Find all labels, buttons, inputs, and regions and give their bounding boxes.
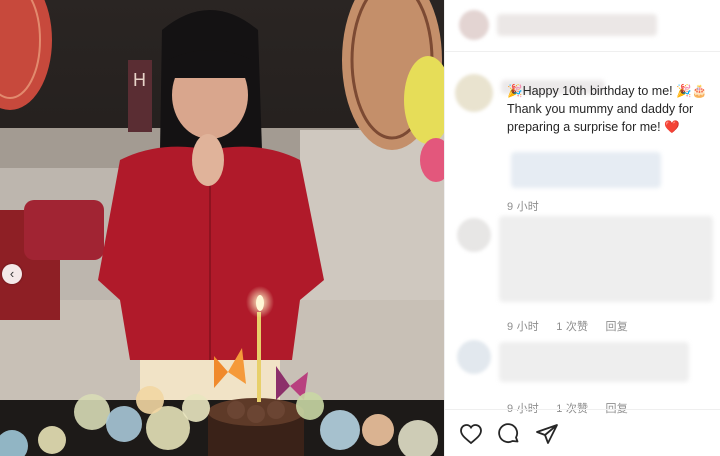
banner-letter: H xyxy=(133,70,146,90)
comment-meta: 9 小时 1 次赞 回复 xyxy=(507,318,642,334)
chevron-left-icon: ‹ xyxy=(9,266,15,281)
mention-tag[interactable] xyxy=(511,152,661,188)
previous-photo-button[interactable]: ‹ xyxy=(2,264,22,284)
share-icon xyxy=(536,424,558,444)
comment-icon xyxy=(498,423,519,444)
comment-text-blurred xyxy=(499,342,689,382)
caption-time: 9 小时 xyxy=(507,201,539,213)
post-photo: H ‹ xyxy=(0,0,444,456)
comment-avatar[interactable] xyxy=(457,340,491,374)
action-bar xyxy=(445,409,720,456)
comment-button[interactable] xyxy=(497,422,523,448)
post-header xyxy=(445,0,720,52)
comment-time: 9 小时 xyxy=(507,321,539,333)
heart-icon xyxy=(460,424,482,445)
caption-meta: 9 小时 xyxy=(507,198,553,214)
author-username[interactable] xyxy=(497,14,657,36)
comment-text-blurred xyxy=(499,216,713,302)
like-button[interactable] xyxy=(459,422,485,448)
reply-button[interactable]: 回复 xyxy=(606,321,628,333)
caption-avatar[interactable] xyxy=(455,74,493,112)
author-avatar[interactable] xyxy=(459,10,489,40)
share-button[interactable] xyxy=(535,422,561,448)
instagram-post-view: H ‹ 🎉Happy 10th birthday to me! 🎉🎂Thank … xyxy=(0,0,720,456)
caption-text: 🎉Happy 10th birthday to me! 🎉🎂Thank you … xyxy=(507,84,708,134)
comment-likes[interactable]: 1 次赞 xyxy=(556,321,588,333)
comment-avatar[interactable] xyxy=(457,218,491,252)
comments-panel: 🎉Happy 10th birthday to me! 🎉🎂Thank you … xyxy=(444,0,720,456)
